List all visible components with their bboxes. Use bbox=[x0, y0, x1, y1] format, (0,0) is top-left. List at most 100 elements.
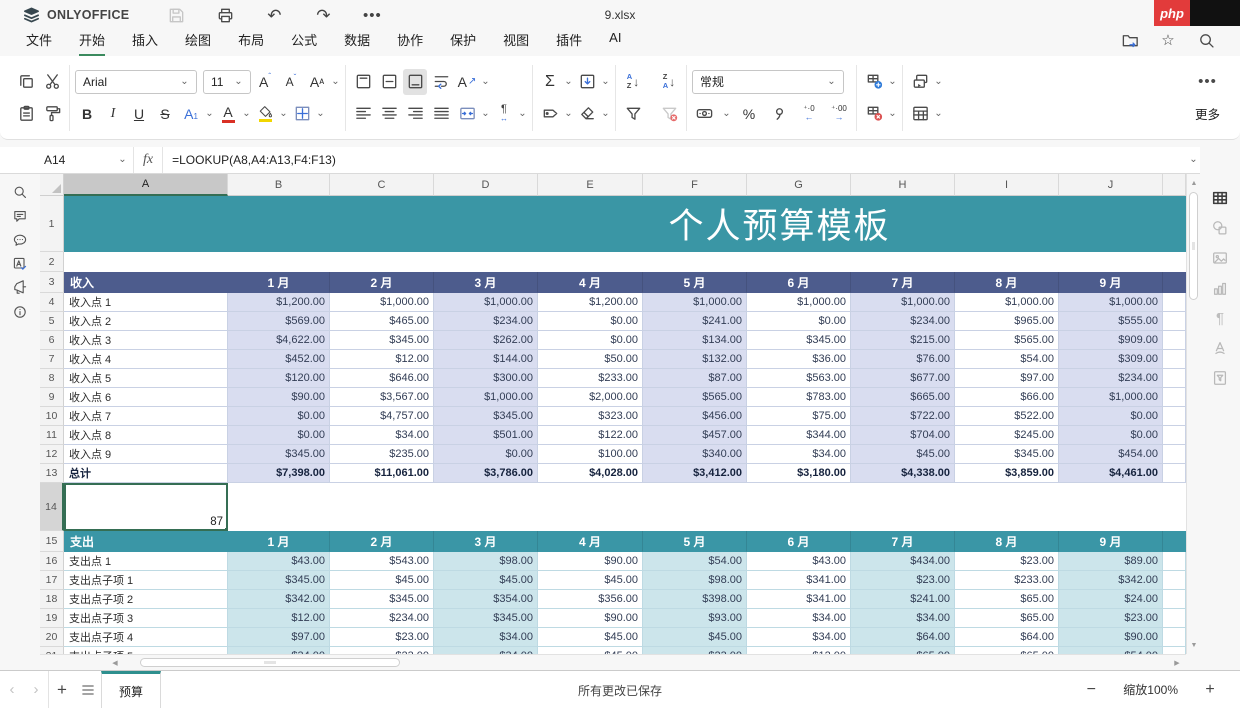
cell[interactable]: $34.00 bbox=[747, 628, 851, 647]
align-left-icon[interactable] bbox=[351, 101, 375, 127]
spellcheck-icon[interactable] bbox=[8, 252, 32, 276]
cell[interactable]: $24.00 bbox=[1059, 590, 1163, 609]
cell[interactable]: $45.00 bbox=[538, 647, 643, 654]
cell[interactable] bbox=[1163, 552, 1186, 571]
strikethrough-icon[interactable]: S bbox=[153, 101, 177, 127]
row-header-8[interactable]: 8 bbox=[40, 369, 64, 388]
percent-icon[interactable]: % bbox=[737, 101, 761, 127]
cell[interactable]: $54.00 bbox=[1059, 647, 1163, 654]
cell[interactable]: $54.00 bbox=[955, 350, 1059, 369]
cell[interactable]: $98.00 bbox=[434, 552, 538, 571]
formula-bar-collapse-icon[interactable]: ⌄ bbox=[1189, 155, 1198, 165]
row-header-21[interactable]: 21 bbox=[40, 647, 64, 654]
row-header-5[interactable]: 5 bbox=[40, 312, 64, 331]
cell[interactable] bbox=[1163, 464, 1186, 483]
row-header-18[interactable]: 18 bbox=[40, 590, 64, 609]
column-header-I[interactable]: I bbox=[955, 174, 1059, 196]
number-format-select[interactable]: 常规⌄ bbox=[692, 70, 844, 94]
cell[interactable]: $43.00 bbox=[228, 552, 330, 571]
cell[interactable] bbox=[1163, 628, 1186, 647]
cell[interactable] bbox=[1163, 590, 1186, 609]
align-top-icon[interactable] bbox=[351, 69, 375, 95]
cell[interactable]: $2,000.00 bbox=[538, 388, 643, 407]
menu-tab-8[interactable]: 保护 bbox=[450, 30, 476, 56]
scroll-down-icon[interactable]: ▼ bbox=[1187, 638, 1201, 652]
cell[interactable]: $456.00 bbox=[643, 407, 747, 426]
decrease-font-icon[interactable]: Aˇ bbox=[279, 69, 303, 95]
cell[interactable]: $11,061.00 bbox=[330, 464, 434, 483]
cell[interactable]: $241.00 bbox=[643, 312, 747, 331]
column-header-G[interactable]: G bbox=[747, 174, 851, 196]
cell[interactable]: $4,461.00 bbox=[1059, 464, 1163, 483]
cell[interactable] bbox=[228, 483, 1186, 531]
cell[interactable]: $234.00 bbox=[434, 312, 538, 331]
zoom-out-icon[interactable]: − bbox=[1081, 681, 1101, 699]
cell[interactable]: $3,786.00 bbox=[434, 464, 538, 483]
fill-color-icon[interactable] bbox=[253, 101, 277, 127]
cell[interactable]: $345.00 bbox=[434, 609, 538, 628]
cell[interactable]: $555.00 bbox=[1059, 312, 1163, 331]
cell[interactable]: $12.00 bbox=[330, 350, 434, 369]
font-name-select[interactable]: Arial⌄ bbox=[75, 70, 197, 94]
cell[interactable]: $1,200.00 bbox=[228, 293, 330, 312]
cell[interactable]: 收入点 7 bbox=[64, 407, 228, 426]
cell[interactable]: $1,000.00 bbox=[851, 293, 955, 312]
cell[interactable]: $23.00 bbox=[330, 628, 434, 647]
cell[interactable]: $100.00 bbox=[538, 445, 643, 464]
cell[interactable]: $1,000.00 bbox=[434, 293, 538, 312]
cell[interactable]: $234.00 bbox=[1059, 369, 1163, 388]
copy-icon[interactable] bbox=[14, 69, 38, 95]
cell[interactable]: 支出点 1 bbox=[64, 552, 228, 571]
cell[interactable]: $241.00 bbox=[851, 590, 955, 609]
cell[interactable]: $64.00 bbox=[851, 628, 955, 647]
scroll-right-icon[interactable]: ▶ bbox=[1170, 656, 1184, 670]
next-sheet-icon[interactable]: › bbox=[24, 681, 48, 698]
italic-icon[interactable]: I bbox=[101, 101, 125, 127]
feedback-icon[interactable] bbox=[8, 276, 32, 300]
vertical-scrollbar[interactable]: ▲ ▼ bbox=[1186, 174, 1200, 654]
cell[interactable]: $341.00 bbox=[747, 571, 851, 590]
cell[interactable] bbox=[1163, 571, 1186, 590]
delete-cells-icon[interactable] bbox=[862, 101, 886, 127]
cell[interactable]: 支出点子项 4 bbox=[64, 628, 228, 647]
cell[interactable]: $3,859.00 bbox=[955, 464, 1059, 483]
cell[interactable]: 收入点 8 bbox=[64, 426, 228, 445]
insert-cells-icon[interactable] bbox=[862, 69, 886, 95]
underline-icon[interactable]: U bbox=[127, 101, 151, 127]
cell[interactable]: $309.00 bbox=[1059, 350, 1163, 369]
column-header-A[interactable]: A bbox=[64, 174, 228, 196]
increase-decimal-icon[interactable]: ⁺·00→ bbox=[827, 101, 851, 127]
row-header-16[interactable]: 16 bbox=[40, 552, 64, 571]
cell[interactable]: $0.00 bbox=[228, 407, 330, 426]
cell[interactable]: $93.00 bbox=[643, 609, 747, 628]
name-box[interactable]: A14⌄ bbox=[34, 147, 134, 173]
cell[interactable]: $34.00 bbox=[747, 609, 851, 628]
cell[interactable]: $23.00 bbox=[851, 571, 955, 590]
font-color-icon[interactable]: A bbox=[216, 101, 240, 127]
select-all-corner[interactable] bbox=[40, 174, 64, 196]
column-header-C[interactable]: C bbox=[330, 174, 434, 196]
toolbar-more-label[interactable]: 更多 bbox=[1195, 104, 1220, 123]
cell[interactable]: $434.00 bbox=[851, 552, 955, 571]
cell[interactable]: $1,200.00 bbox=[538, 293, 643, 312]
cell[interactable] bbox=[1163, 331, 1186, 350]
row-header-6[interactable]: 6 bbox=[40, 331, 64, 350]
cell[interactable]: $345.00 bbox=[955, 445, 1059, 464]
cell[interactable]: $1,000.00 bbox=[643, 293, 747, 312]
cell[interactable]: 收入点 6 bbox=[64, 388, 228, 407]
row-header-19[interactable]: 19 bbox=[40, 609, 64, 628]
cell[interactable]: $262.00 bbox=[434, 331, 538, 350]
orientation-icon[interactable]: A↗ bbox=[455, 69, 479, 95]
cell[interactable]: $563.00 bbox=[747, 369, 851, 388]
cell[interactable]: $398.00 bbox=[643, 590, 747, 609]
cell[interactable]: $45.00 bbox=[851, 445, 955, 464]
subscript-icon[interactable]: A1 bbox=[179, 101, 203, 127]
cell[interactable]: $7,398.00 bbox=[228, 464, 330, 483]
scroll-left-icon[interactable]: ◀ bbox=[108, 656, 122, 670]
cell[interactable]: $132.00 bbox=[643, 350, 747, 369]
vertical-scroll-thumb[interactable] bbox=[1189, 192, 1198, 300]
cell[interactable]: $90.00 bbox=[538, 552, 643, 571]
cell[interactable]: $341.00 bbox=[747, 590, 851, 609]
cell[interactable]: $665.00 bbox=[851, 388, 955, 407]
align-bottom-icon[interactable] bbox=[403, 69, 427, 95]
